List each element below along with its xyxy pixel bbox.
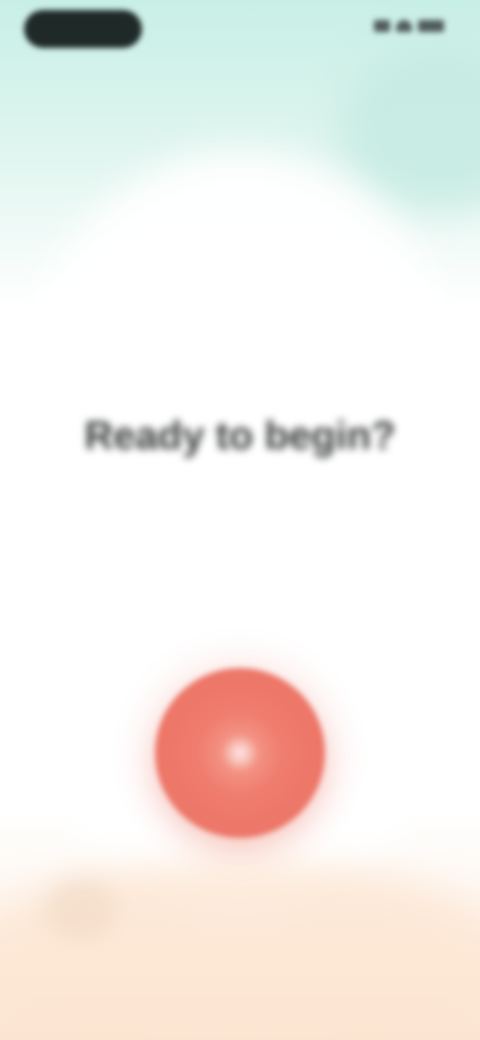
wifi-icon xyxy=(396,20,412,32)
mic-icon xyxy=(222,735,258,771)
status-time xyxy=(24,10,142,48)
background-glow-top xyxy=(340,40,480,210)
app-screen: Ready to begin? xyxy=(0,0,480,1040)
status-icons xyxy=(374,20,444,32)
battery-icon xyxy=(418,20,444,32)
record-button[interactable] xyxy=(155,668,325,838)
status-bar xyxy=(0,0,480,60)
prompt-block: Ready to begin? xyxy=(0,380,480,459)
corner-decoration xyxy=(46,880,116,940)
signal-icon xyxy=(374,20,390,32)
prompt-title: Ready to begin? xyxy=(84,414,396,458)
